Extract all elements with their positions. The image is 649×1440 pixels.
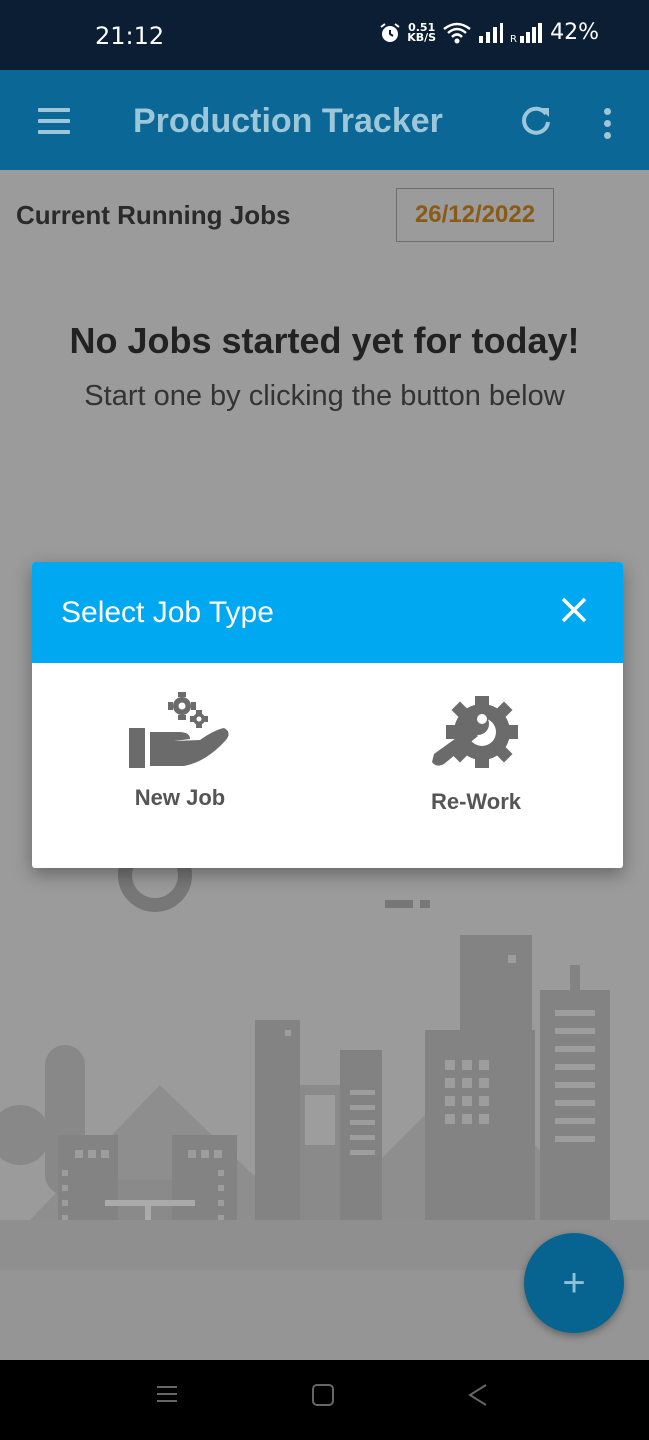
net-speed: 0.51 KB/S — [407, 20, 437, 44]
close-icon[interactable] — [560, 596, 588, 624]
select-job-type-dialog: Select Job Type New Job Re-Work — [32, 562, 623, 868]
system-nav-bar — [0, 1360, 649, 1440]
wrench-gear-icon — [432, 696, 518, 768]
add-job-fab[interactable]: + — [524, 1233, 624, 1333]
home-icon[interactable] — [310, 1382, 336, 1408]
recent-apps-icon[interactable] — [155, 1382, 179, 1406]
alarm-icon — [380, 22, 400, 42]
status-icons: 0.51 KB/S R 42% — [379, 20, 599, 45]
signal-roaming-icon: R — [510, 22, 543, 44]
rework-label: Re-Work — [430, 789, 522, 814]
new-job-option[interactable]: New Job — [80, 692, 280, 811]
hamburger-menu-icon[interactable] — [38, 108, 70, 134]
dialog-header: Select Job Type — [32, 562, 623, 663]
status-bar: 21:12 0.51 KB/S R 42% — [0, 0, 649, 70]
signal-icon — [479, 22, 504, 43]
dialog-title: Select Job Type — [61, 596, 274, 629]
refresh-icon[interactable] — [518, 102, 554, 138]
empty-state-subtitle: Start one by clicking the button below — [84, 380, 565, 412]
section-title: Current Running Jobs — [16, 200, 291, 230]
svg-text:R: R — [510, 34, 517, 44]
battery-level: 42% — [550, 20, 599, 45]
new-job-label: New Job — [134, 785, 226, 810]
empty-state-title: No Jobs started yet for today! — [69, 320, 580, 361]
more-vertical-icon[interactable] — [604, 108, 612, 144]
back-icon[interactable] — [466, 1382, 490, 1408]
rework-option[interactable]: Re-Work — [376, 692, 576, 815]
hand-gears-icon — [129, 692, 229, 768]
app-title: Production Tracker — [133, 102, 443, 140]
wifi-icon — [443, 22, 471, 43]
status-time: 21:12 — [95, 22, 165, 50]
date-picker[interactable]: 26/12/2022 — [396, 188, 554, 242]
app-bar: Production Tracker — [0, 70, 649, 170]
